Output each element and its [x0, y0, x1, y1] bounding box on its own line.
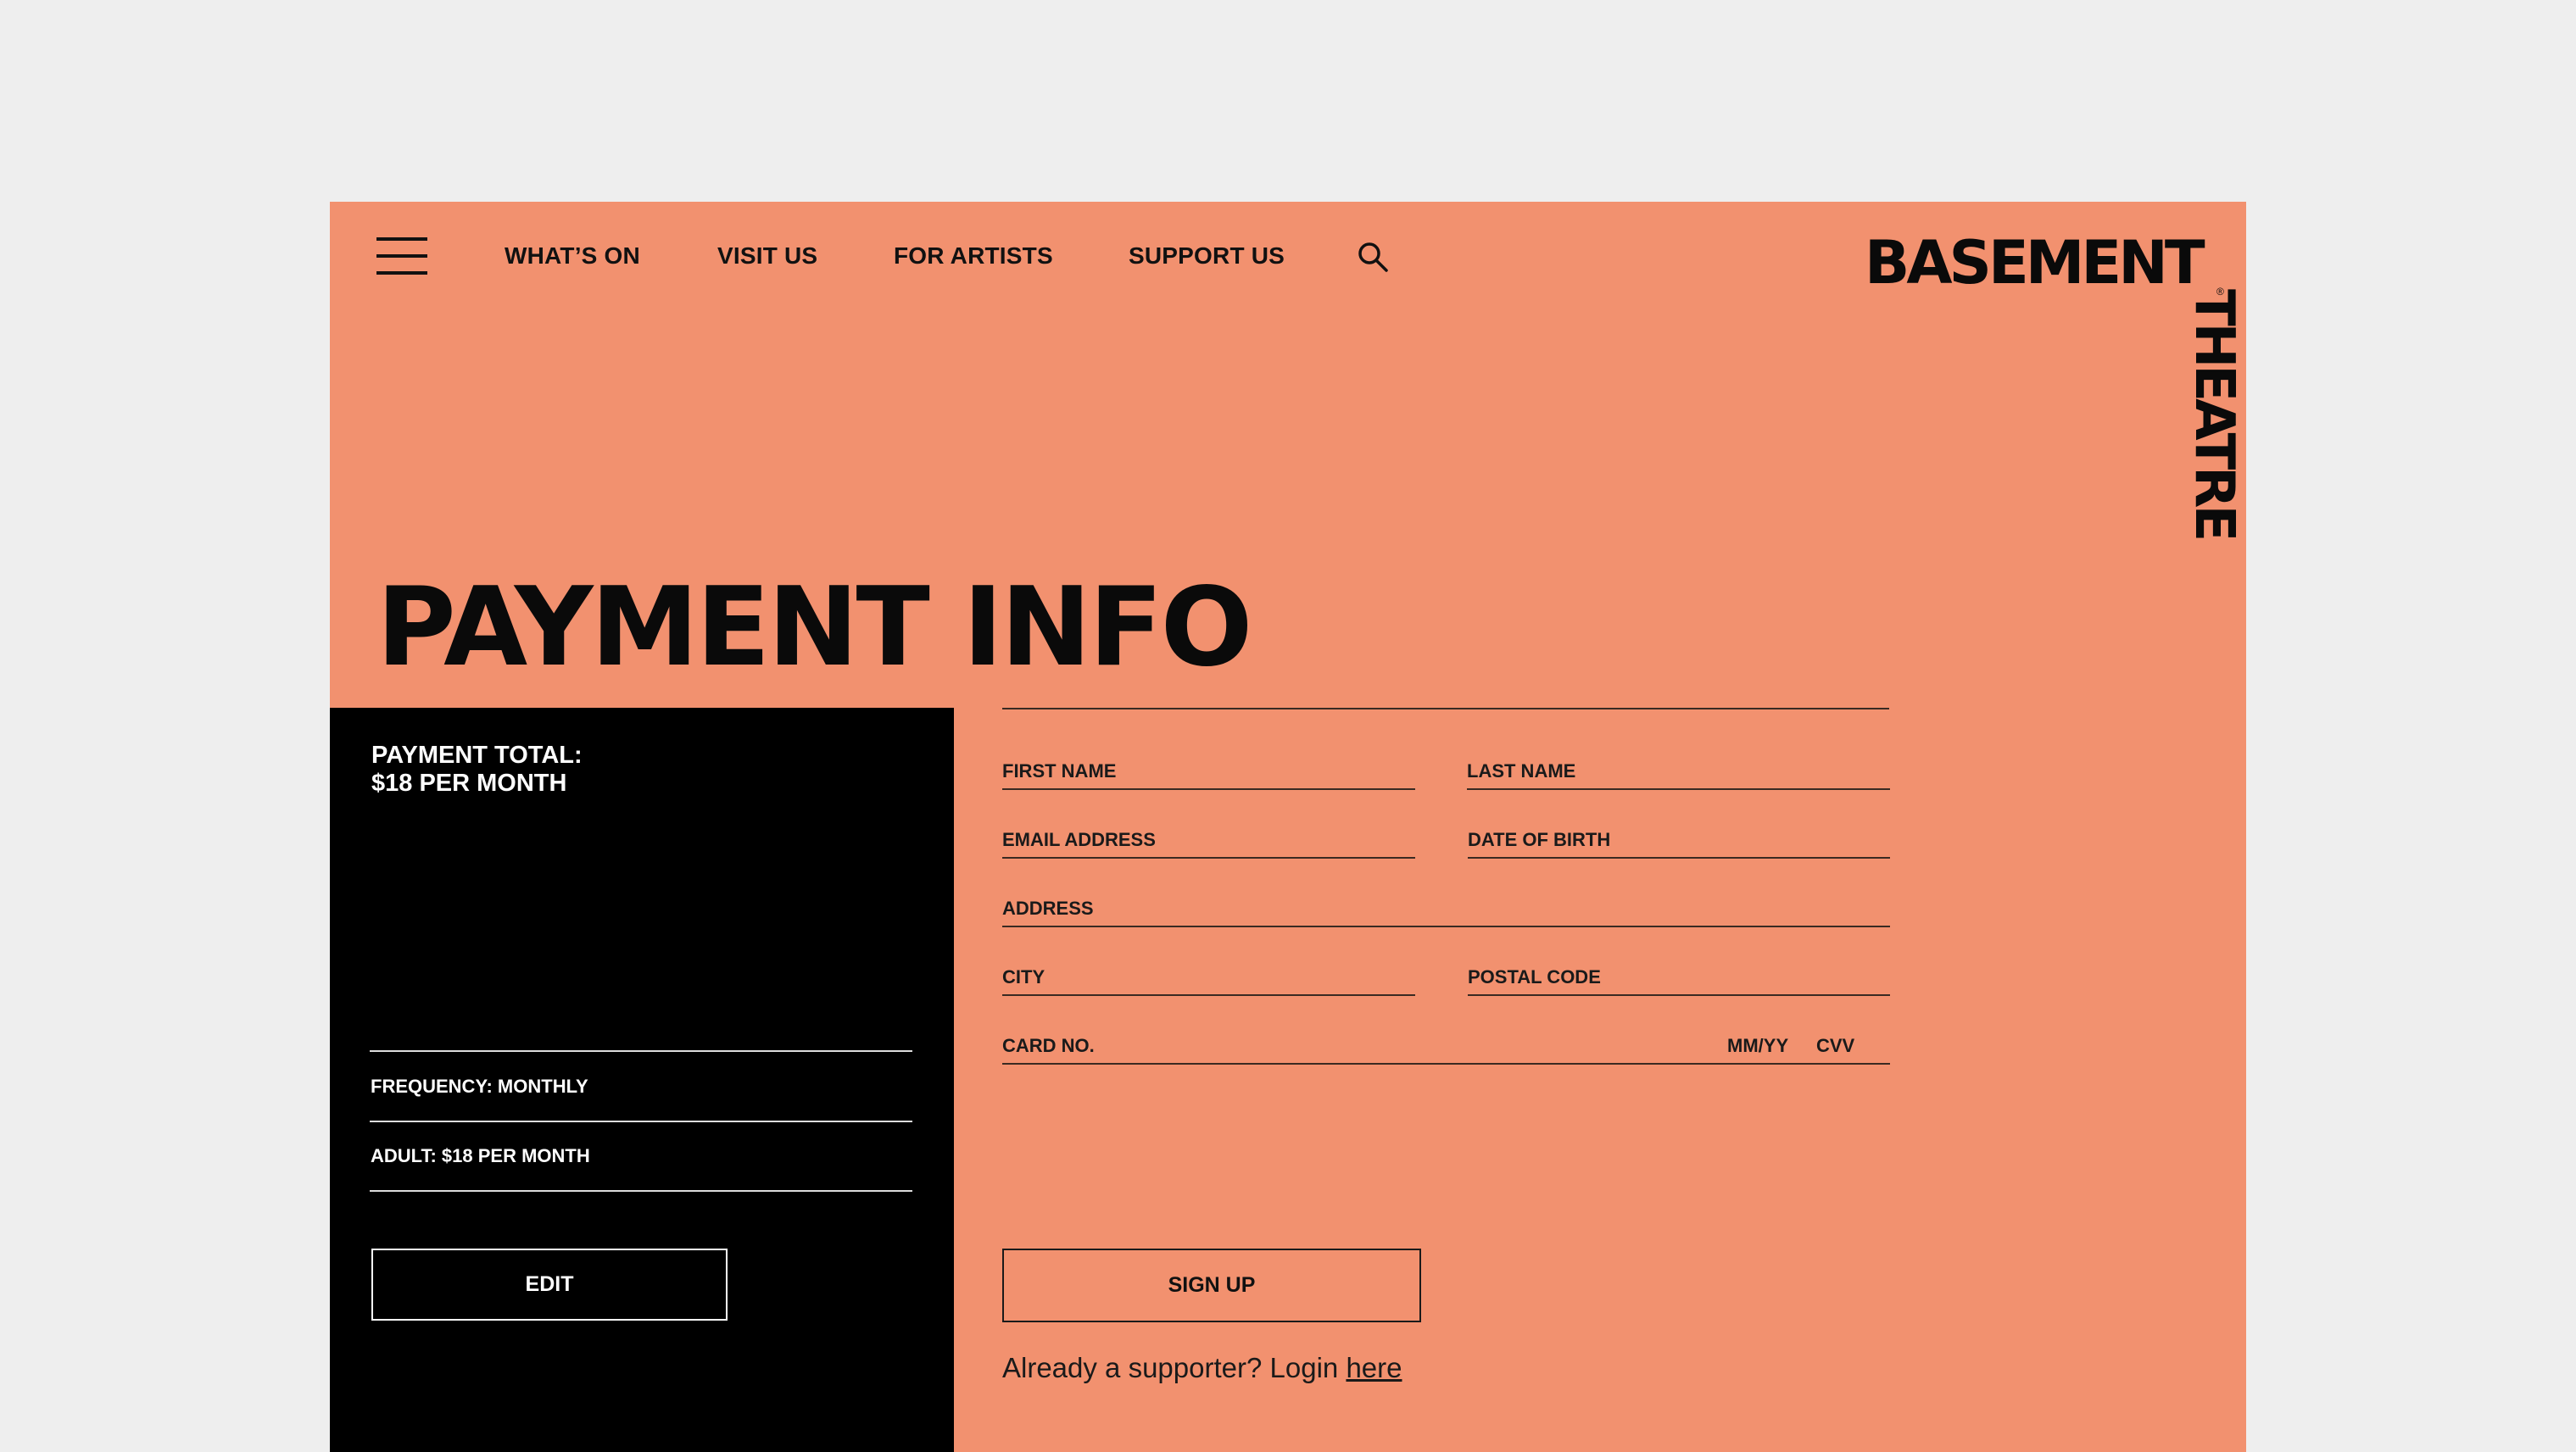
date-of-birth-field[interactable]: DATE OF BIRTH — [1468, 808, 1890, 859]
login-here-link[interactable]: here — [1346, 1352, 1402, 1383]
email-label: EMAIL ADDRESS — [1002, 829, 1156, 850]
postal-code-field[interactable]: POSTAL CODE — [1468, 945, 1890, 996]
date-of-birth-label: DATE OF BIRTH — [1468, 829, 1611, 850]
frequency-row: FREQUENCY: MONTHLY — [371, 1076, 588, 1097]
summary-divider — [370, 1050, 912, 1052]
address-field[interactable]: ADDRESS — [1002, 876, 1890, 927]
summary-divider — [370, 1190, 912, 1192]
logo-registered-mark: ® — [2216, 286, 2224, 298]
city-field[interactable]: CITY — [1002, 945, 1415, 996]
last-name-label: LAST NAME — [1467, 760, 1576, 782]
adult-price-row: ADULT: $18 PER MONTH — [371, 1145, 590, 1166]
hamburger-menu-icon[interactable] — [376, 237, 427, 275]
login-prompt: Already a supporter? Login here — [1002, 1352, 1402, 1384]
nav-item-for-artists[interactable]: FOR ARTISTS — [894, 242, 1053, 270]
logo-word-basement: BASEMENT — [1865, 228, 2205, 298]
payment-total-amount: $18 PER MONTH — [371, 770, 567, 797]
cvv-field[interactable]: CVV — [1816, 1035, 1854, 1057]
card-number-field[interactable]: CARD NO. MM/YY CVV — [1002, 1014, 1890, 1065]
login-prompt-text: Already a supporter? Login — [1002, 1352, 1347, 1383]
payment-total-label: PAYMENT TOTAL: — [371, 742, 583, 769]
sign-up-button[interactable]: SIGN UP — [1002, 1249, 1421, 1322]
nav-item-visit-us[interactable]: VISIT US — [717, 242, 817, 270]
email-field[interactable]: EMAIL ADDRESS — [1002, 808, 1415, 859]
nav-item-support-us[interactable]: SUPPORT US — [1129, 242, 1285, 270]
basement-theatre-logo[interactable]: BASEMENT THEATRE ® — [1865, 228, 2245, 572]
nav-item-whats-on[interactable]: WHAT’S ON — [505, 242, 640, 270]
page-title: PAYMENT INFO — [376, 565, 1252, 691]
expiry-mmyy-field[interactable]: MM/YY — [1727, 1035, 1788, 1057]
form-top-rule — [1002, 708, 1889, 709]
first-name-label: FIRST NAME — [1002, 760, 1117, 782]
address-label: ADDRESS — [1002, 898, 1094, 919]
payment-summary-panel: PAYMENT TOTAL: $18 PER MONTH FREQUENCY: … — [330, 708, 954, 1452]
page-frame: WHAT’S ON VISIT US FOR ARTISTS SUPPORT U… — [330, 202, 2246, 1452]
search-icon[interactable] — [1356, 240, 1390, 274]
card-number-label: CARD NO. — [1002, 1035, 1095, 1056]
edit-button[interactable]: EDIT — [371, 1249, 728, 1321]
logo-word-theatre: THEATRE — [2183, 289, 2245, 539]
first-name-field[interactable]: FIRST NAME — [1002, 739, 1415, 790]
payment-total: PAYMENT TOTAL: $18 PER MONTH — [371, 742, 583, 798]
summary-divider — [370, 1121, 912, 1122]
city-label: CITY — [1002, 966, 1045, 987]
postal-code-label: POSTAL CODE — [1468, 966, 1601, 987]
last-name-field[interactable]: LAST NAME — [1467, 739, 1890, 790]
